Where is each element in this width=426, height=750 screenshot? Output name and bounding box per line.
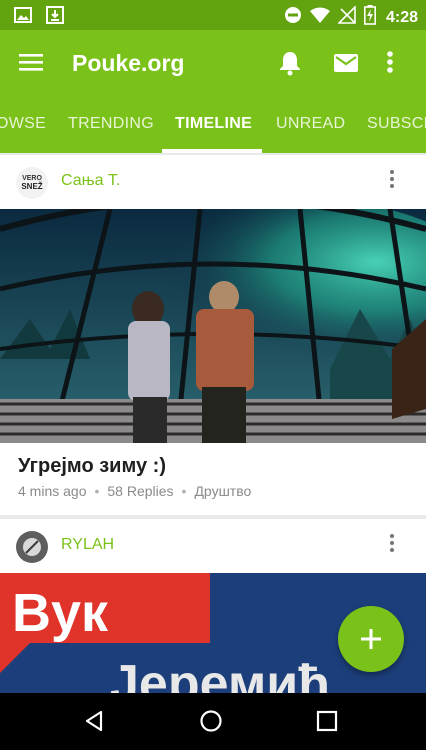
- image-text-vuk: Вук: [12, 583, 109, 643]
- tab-unread[interactable]: UNREAD: [276, 115, 345, 133]
- menu-icon[interactable]: [18, 51, 48, 77]
- card-more-icon[interactable]: [389, 533, 405, 559]
- author-name[interactable]: Сања Т.: [61, 172, 120, 190]
- topic-replies: 58 Replies: [107, 483, 174, 499]
- avatar-text-bottom: SNEŽ: [21, 182, 42, 191]
- status-bar: 4:28: [0, 0, 426, 30]
- tab-timeline[interactable]: TIMELINE: [175, 115, 252, 133]
- card-more-icon[interactable]: [389, 169, 405, 195]
- app-title: Pouke.org: [72, 50, 185, 76]
- status-time: 4:28: [385, 8, 418, 26]
- plus-icon: [361, 629, 381, 649]
- more-vert-icon[interactable]: [386, 50, 406, 78]
- avatar[interactable]: [16, 531, 48, 563]
- wifi-icon: [309, 7, 330, 28]
- tab-bar: OWSE TRENDING TIMELINE UNREAD SUBSCR: [0, 97, 426, 153]
- download-icon: [46, 6, 64, 29]
- topic-image[interactable]: [0, 209, 426, 443]
- card-header: VERO SNEŽ Сања Т.: [0, 155, 426, 209]
- avatar-text-top: VERO: [22, 175, 42, 182]
- avatar[interactable]: VERO SNEŽ: [16, 167, 48, 199]
- meta-separator: •: [94, 483, 100, 499]
- new-topic-button[interactable]: [338, 606, 404, 672]
- tab-trending[interactable]: TRENDING: [68, 115, 154, 133]
- app-bar: Pouke.org: [0, 30, 426, 97]
- image-icon: [14, 6, 32, 29]
- home-icon[interactable]: [199, 709, 223, 738]
- tab-browse[interactable]: OWSE: [0, 115, 46, 133]
- recents-icon[interactable]: [316, 710, 338, 737]
- meta-separator: •: [181, 483, 187, 499]
- image-text-jeremic: Јеремић: [110, 655, 330, 693]
- system-nav-bar: [0, 693, 426, 750]
- card-header: RYLAH: [0, 519, 426, 573]
- topic-time: 4 mins ago: [18, 483, 87, 499]
- topic-card[interactable]: VERO SNEŽ Сања Т. Угрејмо зиму:) 4 mins…: [0, 155, 426, 515]
- topic-category[interactable]: Друштво: [194, 483, 251, 499]
- topic-title[interactable]: Угрејмо зиму :): [18, 455, 166, 478]
- bell-icon[interactable]: [278, 50, 304, 78]
- battery-icon: [363, 5, 376, 30]
- mail-icon[interactable]: [333, 52, 361, 76]
- topic-meta: 4 mins ago • 58 Replies • Друштво: [18, 483, 251, 499]
- tab-subscribed[interactable]: SUBSCR: [367, 115, 426, 133]
- do-not-disturb-icon: [284, 6, 302, 29]
- no-signal-icon: [337, 5, 356, 29]
- author-name[interactable]: RYLAH: [61, 536, 114, 554]
- back-icon[interactable]: [82, 709, 106, 738]
